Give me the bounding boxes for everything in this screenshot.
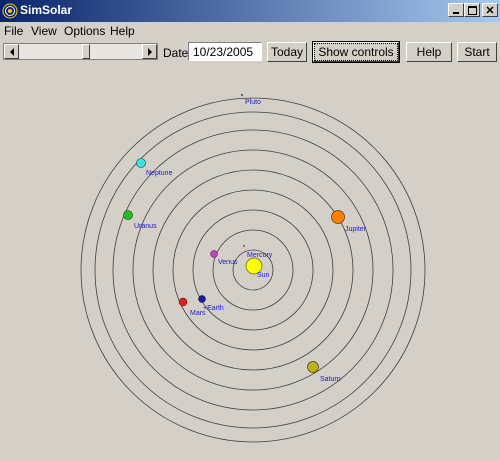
mercury-marker [242,244,246,248]
menu-options[interactable]: Options [64,24,105,38]
date-label: Date [163,46,189,60]
jupiter-label: Jupiter [345,226,367,233]
minimize-button[interactable] [448,3,464,17]
uranus-label: Uranus [134,223,157,230]
pluto-marker [240,93,244,97]
close-button[interactable] [482,3,498,17]
menu-file[interactable]: File [4,24,23,38]
mars-marker [178,297,188,307]
help-button[interactable]: Help [406,42,452,62]
title-bar[interactable]: SimSolar [0,0,500,22]
menu-view[interactable]: View [31,24,57,38]
arrow-right-icon [147,47,152,56]
neptune[interactable]: Neptune [136,158,173,178]
saturn[interactable]: Saturn [307,361,341,384]
scroll-thumb[interactable] [82,44,90,59]
maximize-button[interactable] [464,3,480,17]
close-icon [486,6,494,14]
jupiter[interactable]: Jupiter [331,210,367,234]
scroll-left-button[interactable] [4,44,19,59]
earth-label: +Earth [203,305,224,312]
menu-bar: File View Options Help [0,22,500,40]
saturn-label: Saturn [320,376,341,383]
earth-marker [198,295,206,303]
pluto-label: Pluto [245,99,261,106]
maximize-icon [467,5,477,15]
sun-label: Sun [257,272,270,279]
uranus-marker [123,210,133,220]
start-button[interactable]: Start [457,42,497,62]
mercury-label: Mercury [247,252,273,259]
help-button-label: Help [416,45,442,59]
menu-help[interactable]: Help [110,24,135,38]
solar-system-view[interactable]: Sun Mercury Venus +Earth Mars Jupiter Sa… [0,64,500,461]
arrow-left-icon [9,47,14,56]
window-title: SimSolar [20,3,73,17]
today-button-label: Today [270,45,304,59]
start-button-label: Start [464,45,490,59]
jupiter-marker [331,210,345,224]
mercury[interactable]: Mercury [242,244,273,259]
today-button[interactable]: Today [267,42,307,62]
minimize-icon [453,12,459,14]
show-controls-button-label: Show controls [314,43,398,61]
venus-label: Venus [218,259,238,266]
sun[interactable]: Sun [245,257,270,279]
saturn-marker [307,361,319,373]
pluto[interactable]: Pluto [240,93,261,106]
show-controls-button[interactable]: Show controls [312,41,400,63]
neptune-label: Neptune [146,170,173,177]
date-input[interactable] [188,42,262,61]
uranus[interactable]: Uranus [123,210,158,231]
toolbar: Date Today Show controls Help Start [0,40,500,64]
neptune-marker [136,158,146,168]
simsolar-window: SimSolar File View Options Help Date 10/… [0,0,500,461]
venus-marker [210,250,218,258]
scroll-right-button[interactable] [142,44,157,59]
simsolar-app-icon [2,3,18,19]
time-scrollbar[interactable] [3,43,158,60]
mars-label: Mars [190,310,206,317]
